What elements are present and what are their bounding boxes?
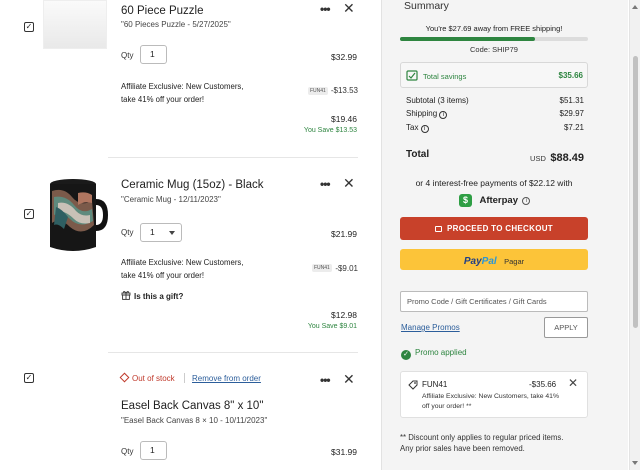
- applied-promo-description: Affiliate Exclusive: New Customers, take…: [422, 393, 559, 410]
- remove-promo-close-icon[interactable]: ✕: [568, 376, 578, 390]
- item-title[interactable]: Easel Back Canvas 8" x 10": [121, 400, 263, 412]
- item-subtitle: "60 Pieces Puzzle - 5/27/2025": [121, 20, 231, 29]
- gift-toggle[interactable]: Is this a gift?: [121, 290, 183, 301]
- promo-description: Affiliate Exclusive: New Customers, take…: [121, 258, 244, 280]
- tag-icon: [408, 380, 418, 390]
- warning-icon: [119, 372, 130, 383]
- tax-label: Tax i: [406, 123, 429, 133]
- info-icon[interactable]: i: [522, 196, 531, 205]
- item-divider: [108, 352, 358, 353]
- qty-label: Qty: [121, 51, 134, 60]
- more-options-icon[interactable]: •••: [320, 177, 331, 191]
- discount-footnote: ** Discount only applies to regular pric…: [400, 433, 564, 453]
- check-circle-icon: ✓: [401, 350, 411, 360]
- item-select-checkbox[interactable]: ✓: [24, 209, 34, 219]
- gift-icon: [121, 291, 131, 300]
- item-title[interactable]: 60 Piece Puzzle: [121, 5, 203, 17]
- paypal-button[interactable]: PayPal Pagar: [400, 249, 588, 270]
- shipping-value: $29.97: [559, 109, 584, 118]
- summary-heading: Summary: [404, 0, 449, 12]
- shipping-code: Code: SHIP79: [470, 45, 518, 54]
- item-select-checkbox[interactable]: ✓: [24, 373, 34, 383]
- item-final-price: $12.98: [331, 310, 357, 320]
- afterpay-badge[interactable]: $ Afterpay i: [459, 192, 531, 210]
- qty-input[interactable]: 1: [140, 45, 167, 64]
- tax-value: $7.21: [563, 123, 584, 132]
- free-shipping-message: You're $27.69 away from FREE shipping!: [425, 24, 563, 33]
- separator: [184, 373, 185, 383]
- order-total: USD $88.49: [530, 152, 584, 164]
- item-select-checkbox[interactable]: ✓: [24, 22, 34, 32]
- manage-promos-link[interactable]: Manage Promos: [401, 323, 460, 332]
- page-scrollbar[interactable]: [629, 0, 640, 470]
- promo-applied-status: ✓ Promo applied: [401, 348, 467, 360]
- paypal-logo: Pay: [463, 256, 482, 267]
- item-final-price: $19.46: [331, 114, 357, 124]
- item-divider: [108, 157, 358, 158]
- subtotal-label: Subtotal (3 items): [406, 96, 469, 105]
- remove-item-close-icon[interactable]: ✕: [343, 371, 355, 388]
- out-of-stock-badge: Out of stock: [119, 372, 175, 383]
- shipping-label: Shipping i: [406, 109, 448, 119]
- applied-promo-discount: -$35.66: [529, 380, 557, 389]
- qty-input[interactable]: 1: [140, 441, 167, 460]
- qty-label: Qty: [121, 228, 134, 237]
- apply-promo-button[interactable]: APPLY: [544, 317, 588, 338]
- lock-icon: [434, 226, 442, 232]
- item-title[interactable]: Ceramic Mug (15oz) - Black: [121, 179, 264, 191]
- afterpay-message: or 4 interest-free payments of $22.12 wi…: [415, 178, 573, 188]
- cart-items-panel: ✓ 60 Piece Puzzle "60 Pieces Puzzle - 5/…: [0, 0, 380, 470]
- proceed-to-checkout-button[interactable]: PROCEED TO CHECKOUT: [400, 217, 588, 240]
- savings-tag-icon: [406, 70, 418, 81]
- remove-item-close-icon[interactable]: ✕: [343, 0, 355, 17]
- more-options-icon[interactable]: •••: [320, 2, 331, 16]
- qty-select[interactable]: 1: [140, 223, 182, 242]
- you-save-text: You Save $9.01: [307, 323, 357, 330]
- item-discount: -$13.53: [330, 86, 358, 95]
- shipping-progress-fill: [400, 37, 536, 41]
- total-savings-box: Total savings $35.66: [400, 62, 588, 88]
- qty-label: Qty: [121, 447, 134, 456]
- total-savings-label: Total savings: [423, 72, 467, 81]
- chevron-down-icon: [169, 231, 175, 235]
- shipping-progress-track: [400, 37, 588, 41]
- applied-promo-card: FUN41 -$35.66 ✕ Affiliate Exclusive: New…: [400, 371, 588, 418]
- cash-app-icon: $: [459, 194, 472, 208]
- more-options-icon[interactable]: •••: [320, 373, 331, 387]
- info-icon[interactable]: i: [420, 125, 429, 133]
- promo-code-input[interactable]: Promo Code / Gift Certificates / Gift Ca…: [400, 291, 588, 312]
- mug-thumbnail[interactable]: [42, 177, 108, 254]
- item-price: $21.99: [331, 229, 357, 239]
- puzzle-thumbnail[interactable]: [43, 0, 107, 49]
- applied-promo-code: FUN41: [422, 380, 448, 389]
- total-label: Total: [406, 149, 430, 160]
- you-save-text: You Save $13.53: [303, 127, 357, 134]
- item-discount: -$9.01: [335, 264, 358, 273]
- subtotal-value: $51.31: [559, 96, 584, 105]
- info-icon[interactable]: i: [439, 111, 448, 119]
- item-price: $31.99: [331, 447, 357, 457]
- scroll-up-arrow-icon[interactable]: [632, 5, 638, 9]
- remove-item-close-icon[interactable]: ✕: [343, 175, 355, 192]
- item-price: $32.99: [331, 52, 357, 62]
- item-subtitle: "Easel Back Canvas 8 × 10 - 10/11/2023": [121, 416, 268, 425]
- scrollbar-thumb[interactable]: [633, 56, 638, 328]
- scroll-down-arrow-icon[interactable]: [632, 461, 638, 465]
- item-subtitle: "Ceramic Mug - 12/11/2023": [121, 195, 221, 204]
- total-savings-value: $35.66: [558, 71, 583, 80]
- remove-from-order-link[interactable]: Remove from order: [192, 374, 261, 383]
- promo-description: Affiliate Exclusive: New Customers, take…: [121, 82, 244, 104]
